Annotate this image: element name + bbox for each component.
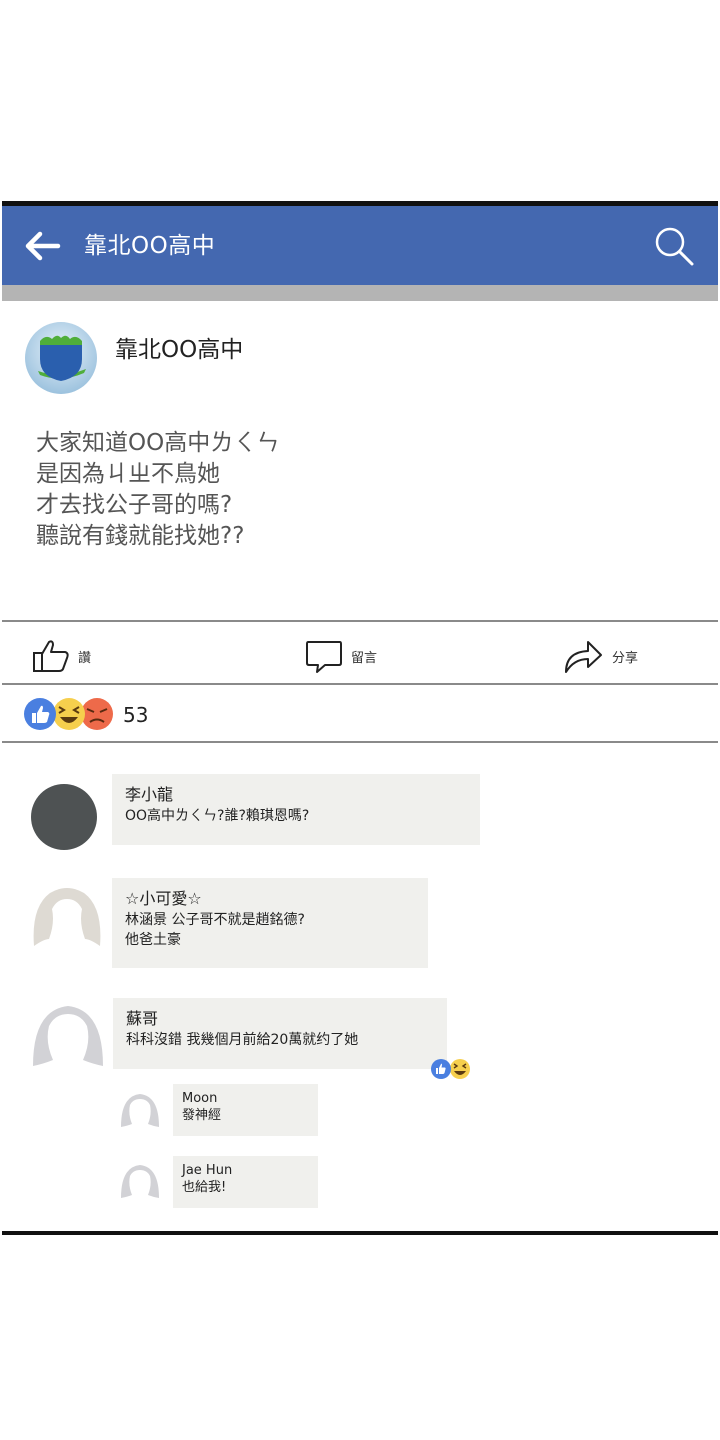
page-avatar[interactable] xyxy=(24,321,98,395)
avatar[interactable] xyxy=(30,883,104,949)
comment-author[interactable]: 李小龍 xyxy=(125,784,467,806)
like-button[interactable]: 讚 xyxy=(32,636,91,676)
post-author[interactable]: 靠北OO高中 xyxy=(115,330,243,364)
comment-label: 留言 xyxy=(351,650,378,666)
reaction-count[interactable]: 53 xyxy=(123,703,148,727)
comment-bubble: ☆小可愛☆ 林涵景 公子哥不就是趙銘德? 他爸土豪 xyxy=(112,878,428,968)
search-icon[interactable] xyxy=(652,224,696,268)
comment-button[interactable]: 留言 xyxy=(305,636,377,676)
reply-bubble: Moon 發神經 xyxy=(173,1084,318,1136)
reply-text: 發神經 xyxy=(182,1108,222,1123)
divider xyxy=(2,620,718,622)
avatar[interactable] xyxy=(31,1002,105,1068)
post-screen: 靠北OO高中 靠北OO高中 大家知道OO高中ㄌㄑㄣ 是因為ㄐㄓ不鳥她 才去找公子… xyxy=(2,201,718,1235)
post-line: 大家知道OO高中ㄌㄑㄣ xyxy=(36,430,280,456)
share-arrow-icon xyxy=(565,641,602,673)
reply-author[interactable]: Jae Hun xyxy=(182,1162,309,1179)
like-icon xyxy=(24,698,56,730)
angry-icon xyxy=(81,698,113,730)
comment-text: OO高中ㄌㄑㄣ?誰?賴琪恩嗎? xyxy=(125,808,310,824)
comment-text: 科科沒錯 我幾個月前給20萬就约了她 xyxy=(126,1032,359,1048)
page-title: 靠北OO高中 xyxy=(84,233,216,259)
comment-author[interactable]: 蘇哥 xyxy=(126,1008,434,1030)
comment-bubble: 李小龍 OO高中ㄌㄑㄣ?誰?賴琪恩嗎? xyxy=(112,774,480,845)
like-label: 讚 xyxy=(78,650,92,666)
haha-icon xyxy=(53,698,85,730)
comment-text: 林涵景 公子哥不就是趙銘德? xyxy=(125,912,305,928)
divider xyxy=(2,741,718,743)
reply-text: 也給我! xyxy=(182,1180,227,1195)
back-arrow-icon[interactable] xyxy=(22,228,62,264)
share-label: 分享 xyxy=(612,650,639,666)
like-icon xyxy=(431,1059,451,1079)
comment-text: 他爸土豪 xyxy=(125,932,181,948)
comment-reactions[interactable] xyxy=(429,1058,473,1080)
comment-bubble: 蘇哥 科科沒錯 我幾個月前給20萬就约了她 xyxy=(113,998,447,1069)
divider xyxy=(2,683,718,685)
thumbs-up-icon xyxy=(33,640,69,672)
haha-icon xyxy=(450,1059,470,1079)
post-line: 是因為ㄐㄓ不鳥她 xyxy=(36,461,220,487)
reply-bubble: Jae Hun 也給我! xyxy=(173,1156,318,1208)
share-button[interactable]: 分享 xyxy=(562,636,638,676)
top-app-bar: 靠北OO高中 xyxy=(2,206,718,285)
avatar[interactable] xyxy=(30,783,98,851)
comment-author[interactable]: ☆小可愛☆ xyxy=(125,888,415,910)
reply-author[interactable]: Moon xyxy=(182,1090,309,1107)
post-line: 才去找公子哥的嗎? xyxy=(36,492,233,518)
post-body: 大家知道OO高中ㄌㄑㄣ 是因為ㄐㄓ不鳥她 才去找公子哥的嗎? 聽說有錢就能找她?… xyxy=(36,428,279,552)
comment-bubble-icon xyxy=(306,641,342,673)
header-divider xyxy=(2,285,718,301)
post-line: 聽說有錢就能找她?? xyxy=(36,523,245,549)
avatar[interactable] xyxy=(120,1163,160,1199)
avatar[interactable] xyxy=(120,1092,160,1128)
